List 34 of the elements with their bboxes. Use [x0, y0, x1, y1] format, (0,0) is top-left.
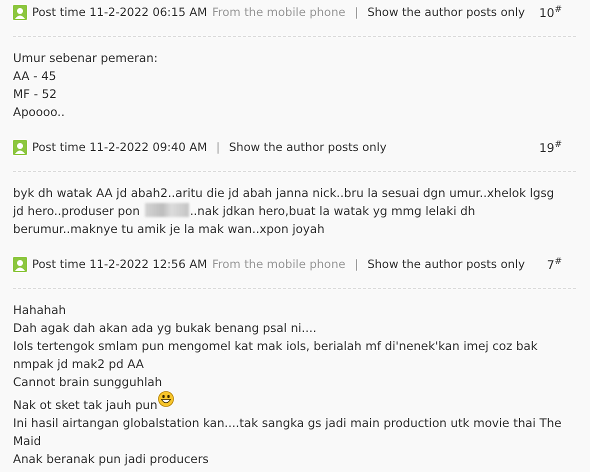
post-text: Nak ot sket tak jauh pun	[13, 398, 158, 412]
avatar-icon	[13, 140, 27, 154]
author-posts-link[interactable]: Show the author posts only	[367, 257, 525, 271]
post-text: byk dh watak AA jd abah2..aritu die jd abah janna nick..bru la sesuai dgn umur..xhelok lgsg	[13, 186, 554, 200]
separator: |	[354, 5, 358, 19]
post-time: Post time 11-2-2022 12:56 AM	[32, 257, 208, 271]
grinning-emoji-icon	[158, 391, 174, 407]
post-text: Hahahah	[13, 303, 66, 317]
post-source: From the mobile phone	[212, 5, 346, 19]
author-posts-link[interactable]: Show the author posts only	[229, 140, 387, 154]
separator: |	[354, 257, 358, 271]
post-text: Anak beranak pun jadi producers	[13, 452, 209, 466]
post-text: MF - 52	[13, 87, 57, 101]
post-text: Dah agak dah akan ada yg bukak benang psal ni....	[13, 321, 316, 335]
post-text: jd hero..produser pon	[13, 204, 140, 218]
avatar-icon	[13, 256, 27, 272]
post-text: berumur..maknye tu amik je la mak wan..xpon joyah	[13, 222, 325, 236]
post-text: Ini hasil airtangan globalstation kan....tak sangka gs jadi main production utk movie thai The Maid	[13, 416, 562, 448]
post-text: Umur sebenar pemeran:	[13, 51, 158, 65]
post-text: Iols tertengok smlam pun mengomel kat mak iols, berialah mf di'nenek'kan imej coz bak nmpak jd mak2 pd AA	[13, 339, 538, 371]
avatar-icon	[13, 4, 27, 20]
floor-number: 7$^{#}$	[546, 256, 562, 272]
floor-number: 10$^{#}$	[539, 4, 562, 20]
blurred-redaction	[144, 203, 189, 217]
separator: |	[216, 140, 220, 154]
post-text: AA - 45	[13, 69, 56, 83]
floor-number: 19$^{#}$	[539, 140, 562, 154]
post-text: Apoooo..	[13, 105, 65, 119]
post-time: Post time 11-2-2022 06:15 AM	[32, 5, 208, 19]
post-text: Cannot brain sungguhlah	[13, 375, 162, 389]
post-source: From the mobile phone	[212, 257, 346, 271]
post-time: Post time 11-2-2022 09:40 AM	[32, 140, 208, 154]
author-posts-link[interactable]: Show the author posts only	[367, 5, 525, 19]
post-text: ..nak jdkan hero,buat la watak yg mmg lelaki dh	[190, 204, 476, 218]
